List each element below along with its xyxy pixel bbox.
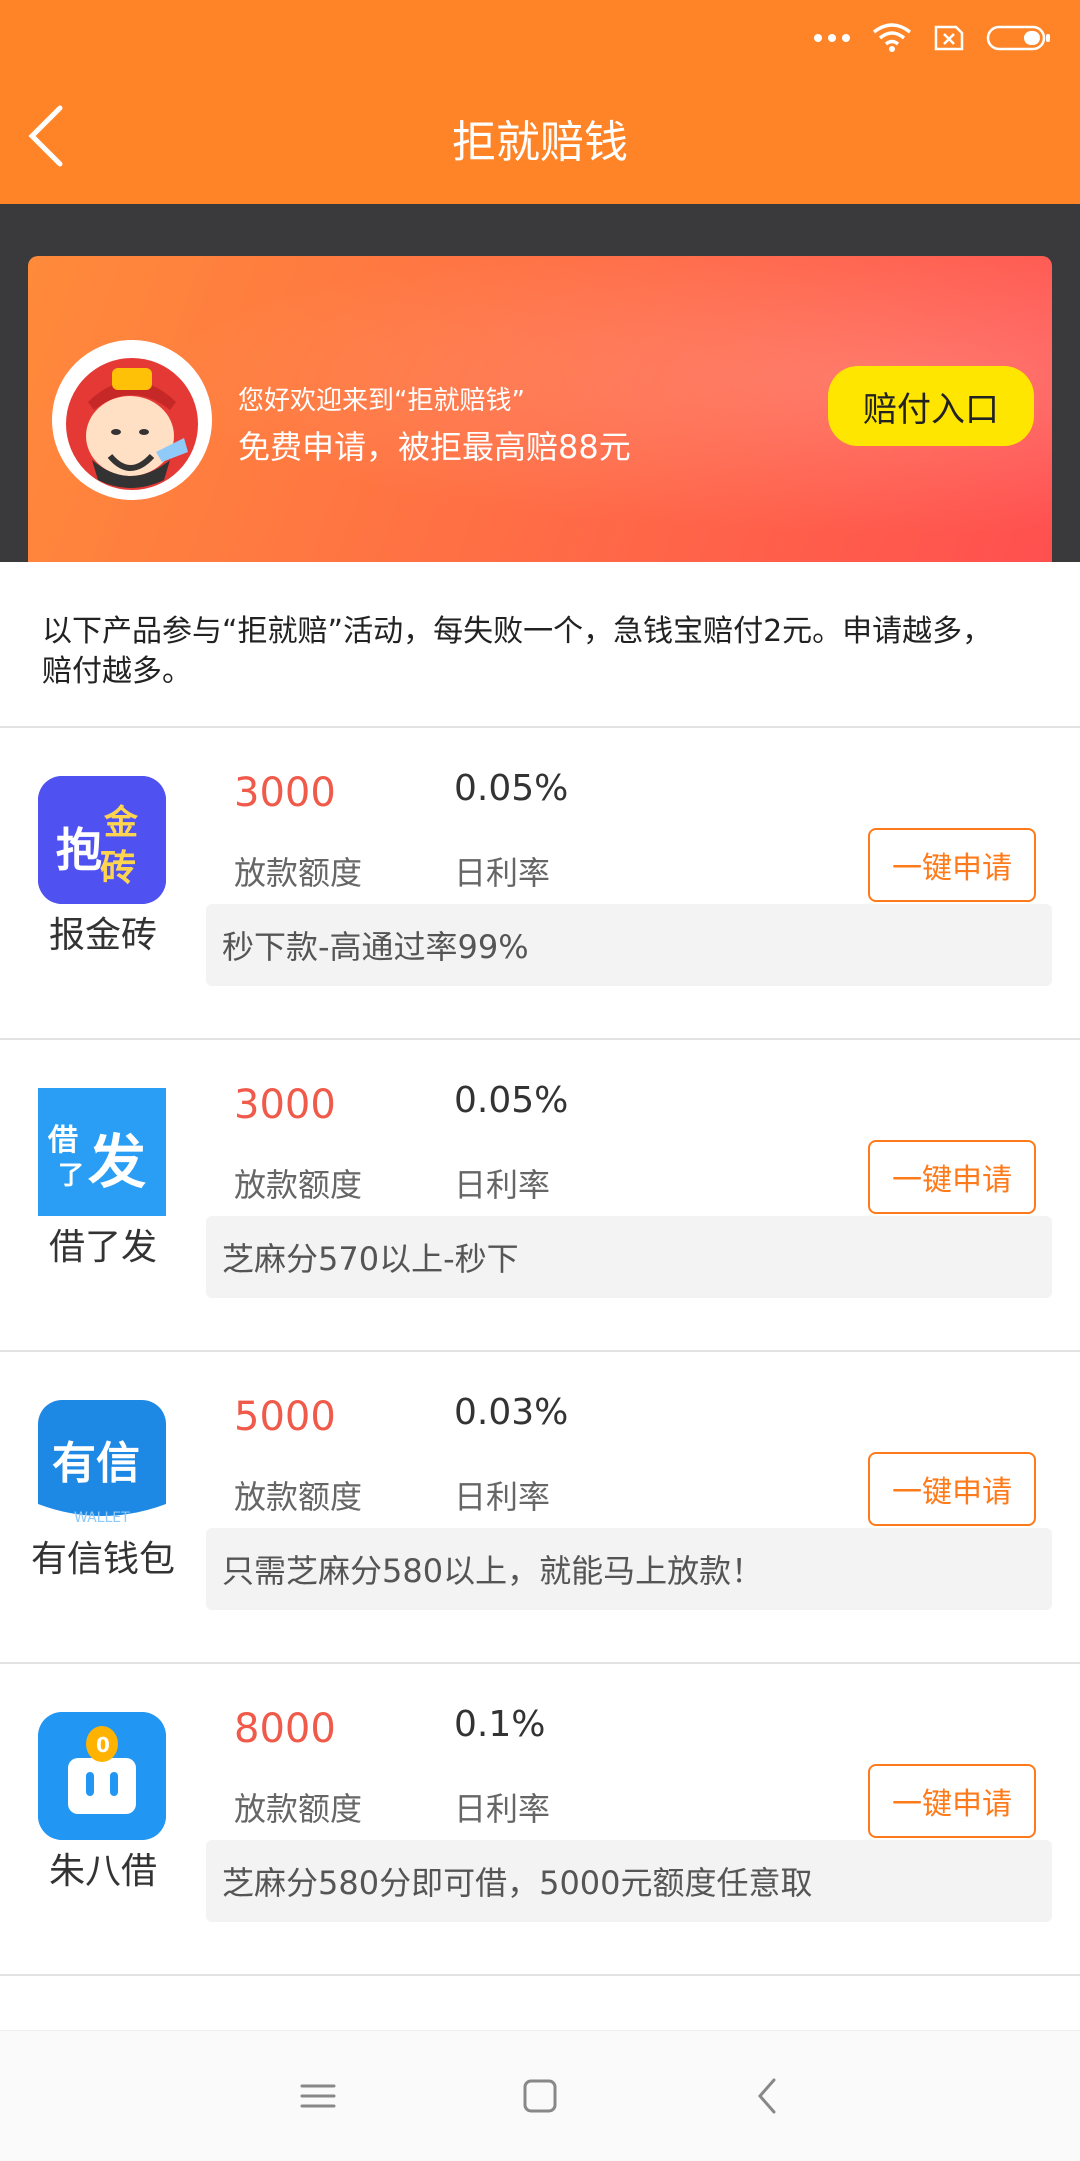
home-icon xyxy=(523,2079,557,2113)
daily-rate: 0.1% xyxy=(454,1704,546,1745)
system-nav-bar xyxy=(0,2030,1080,2161)
promo-banner: 您好欢迎来到“拒就赔钱” 免费申请，被拒最高赔88元 赔付入口 xyxy=(28,256,1052,562)
apply-button[interactable]: 一键申请 xyxy=(868,1764,1036,1838)
zhubajie-app-icon: 0 xyxy=(38,1712,166,1840)
apply-button[interactable]: 一键申请 xyxy=(868,1452,1036,1526)
product-item: 0 朱八借 8000 0.1% 放款额度 日利率 一键申请 芝麻分580分即可借… xyxy=(0,1666,1080,1974)
status-bar xyxy=(814,16,1052,60)
battery-icon xyxy=(986,25,1052,51)
back-icon xyxy=(758,2078,776,2114)
apply-button[interactable]: 一键申请 xyxy=(868,1140,1036,1214)
more-dots-icon xyxy=(814,34,850,42)
product-item: 借 了 发 借了发 3000 0.05% 放款额度 日利率 一键申请 芝麻分57… xyxy=(0,1042,1080,1350)
activity-notice: 以下产品参与“拒就赔”活动，每失败一个，急钱宝赔付2元。申请越多，赔付越多。 xyxy=(42,614,993,689)
product-name: 借了发 xyxy=(48,1227,157,1268)
banner-welcome: 您好欢迎来到“拒就赔钱” xyxy=(238,386,525,416)
daily-rate-label: 日利率 xyxy=(454,854,551,892)
daily-rate: 0.05% xyxy=(454,1080,569,1121)
jieliaofa-app-icon: 借 了 发 xyxy=(38,1088,166,1216)
product-description: 芝麻分570以上-秒下 xyxy=(206,1216,1052,1298)
daily-rate-label: 日利率 xyxy=(454,1166,551,1204)
daily-rate: 0.05% xyxy=(454,768,569,809)
svg-text:借: 借 xyxy=(47,1123,78,1158)
page-title: 拒就赔钱 xyxy=(452,117,628,168)
loan-amount-label: 放款额度 xyxy=(234,1790,363,1828)
baojinzhuan-app-icon: 抱 金 砖 xyxy=(38,776,166,904)
apply-button[interactable]: 一键申请 xyxy=(868,828,1036,902)
system-back-button[interactable] xyxy=(738,2066,798,2126)
product-item: 抱 金 砖 报金砖 3000 0.05% 放款额度 日利率 一键申请 秒下款-高… xyxy=(0,730,1080,1038)
no-sim-icon xyxy=(934,25,964,51)
youxin-wallet-app-icon: 有信 WALLET xyxy=(38,1400,166,1528)
product-item: 有信 WALLET 有信钱包 5000 0.03% 放款额度 日利率 一键申请 … xyxy=(0,1354,1080,1662)
divider xyxy=(0,1662,1080,1664)
svg-text:金: 金 xyxy=(103,803,139,843)
daily-rate-label: 日利率 xyxy=(454,1790,551,1828)
home-button[interactable] xyxy=(510,2066,570,2126)
menu-button[interactable] xyxy=(288,2066,348,2126)
svg-text:发: 发 xyxy=(88,1128,146,1196)
divider xyxy=(0,1974,1080,1976)
app-header: 拒就赔钱 xyxy=(0,0,1080,204)
daily-rate-label: 日利率 xyxy=(454,1478,551,1516)
banner-subtitle: 免费申请，被拒最高赔88元 xyxy=(238,428,631,466)
svg-text:0: 0 xyxy=(96,1733,110,1757)
svg-text:WALLET: WALLET xyxy=(74,1510,130,1526)
product-name: 报金砖 xyxy=(48,915,157,956)
loan-amount: 8000 xyxy=(234,1706,336,1752)
svg-text:了: 了 xyxy=(58,1161,84,1191)
mascot-avatar-icon xyxy=(52,340,212,500)
loan-amount-label: 放款额度 xyxy=(234,1166,363,1204)
product-name: 朱八借 xyxy=(48,1851,157,1892)
svg-text:抱: 抱 xyxy=(56,823,102,877)
loan-amount-label: 放款额度 xyxy=(234,854,363,892)
loan-amount: 3000 xyxy=(234,770,336,816)
loan-amount: 3000 xyxy=(234,1082,336,1128)
loan-amount-label: 放款额度 xyxy=(234,1478,363,1516)
svg-text:有信: 有信 xyxy=(52,1438,140,1489)
divider xyxy=(0,1350,1080,1352)
claim-entry-button[interactable]: 赔付入口 xyxy=(828,366,1034,446)
divider xyxy=(0,726,1080,728)
product-description: 芝麻分580分即可借，5000元额度任意取 xyxy=(206,1840,1052,1922)
product-name: 有信钱包 xyxy=(30,1539,175,1580)
svg-text:砖: 砖 xyxy=(100,848,136,889)
divider xyxy=(0,1038,1080,1040)
daily-rate: 0.03% xyxy=(454,1392,569,1433)
loan-amount: 5000 xyxy=(234,1394,336,1440)
product-description: 只需芝麻分580以上，就能马上放款！ xyxy=(206,1528,1052,1610)
menu-icon xyxy=(300,2084,336,2108)
wifi-icon xyxy=(872,22,912,54)
product-description: 秒下款-高通过率99% xyxy=(206,904,1052,986)
